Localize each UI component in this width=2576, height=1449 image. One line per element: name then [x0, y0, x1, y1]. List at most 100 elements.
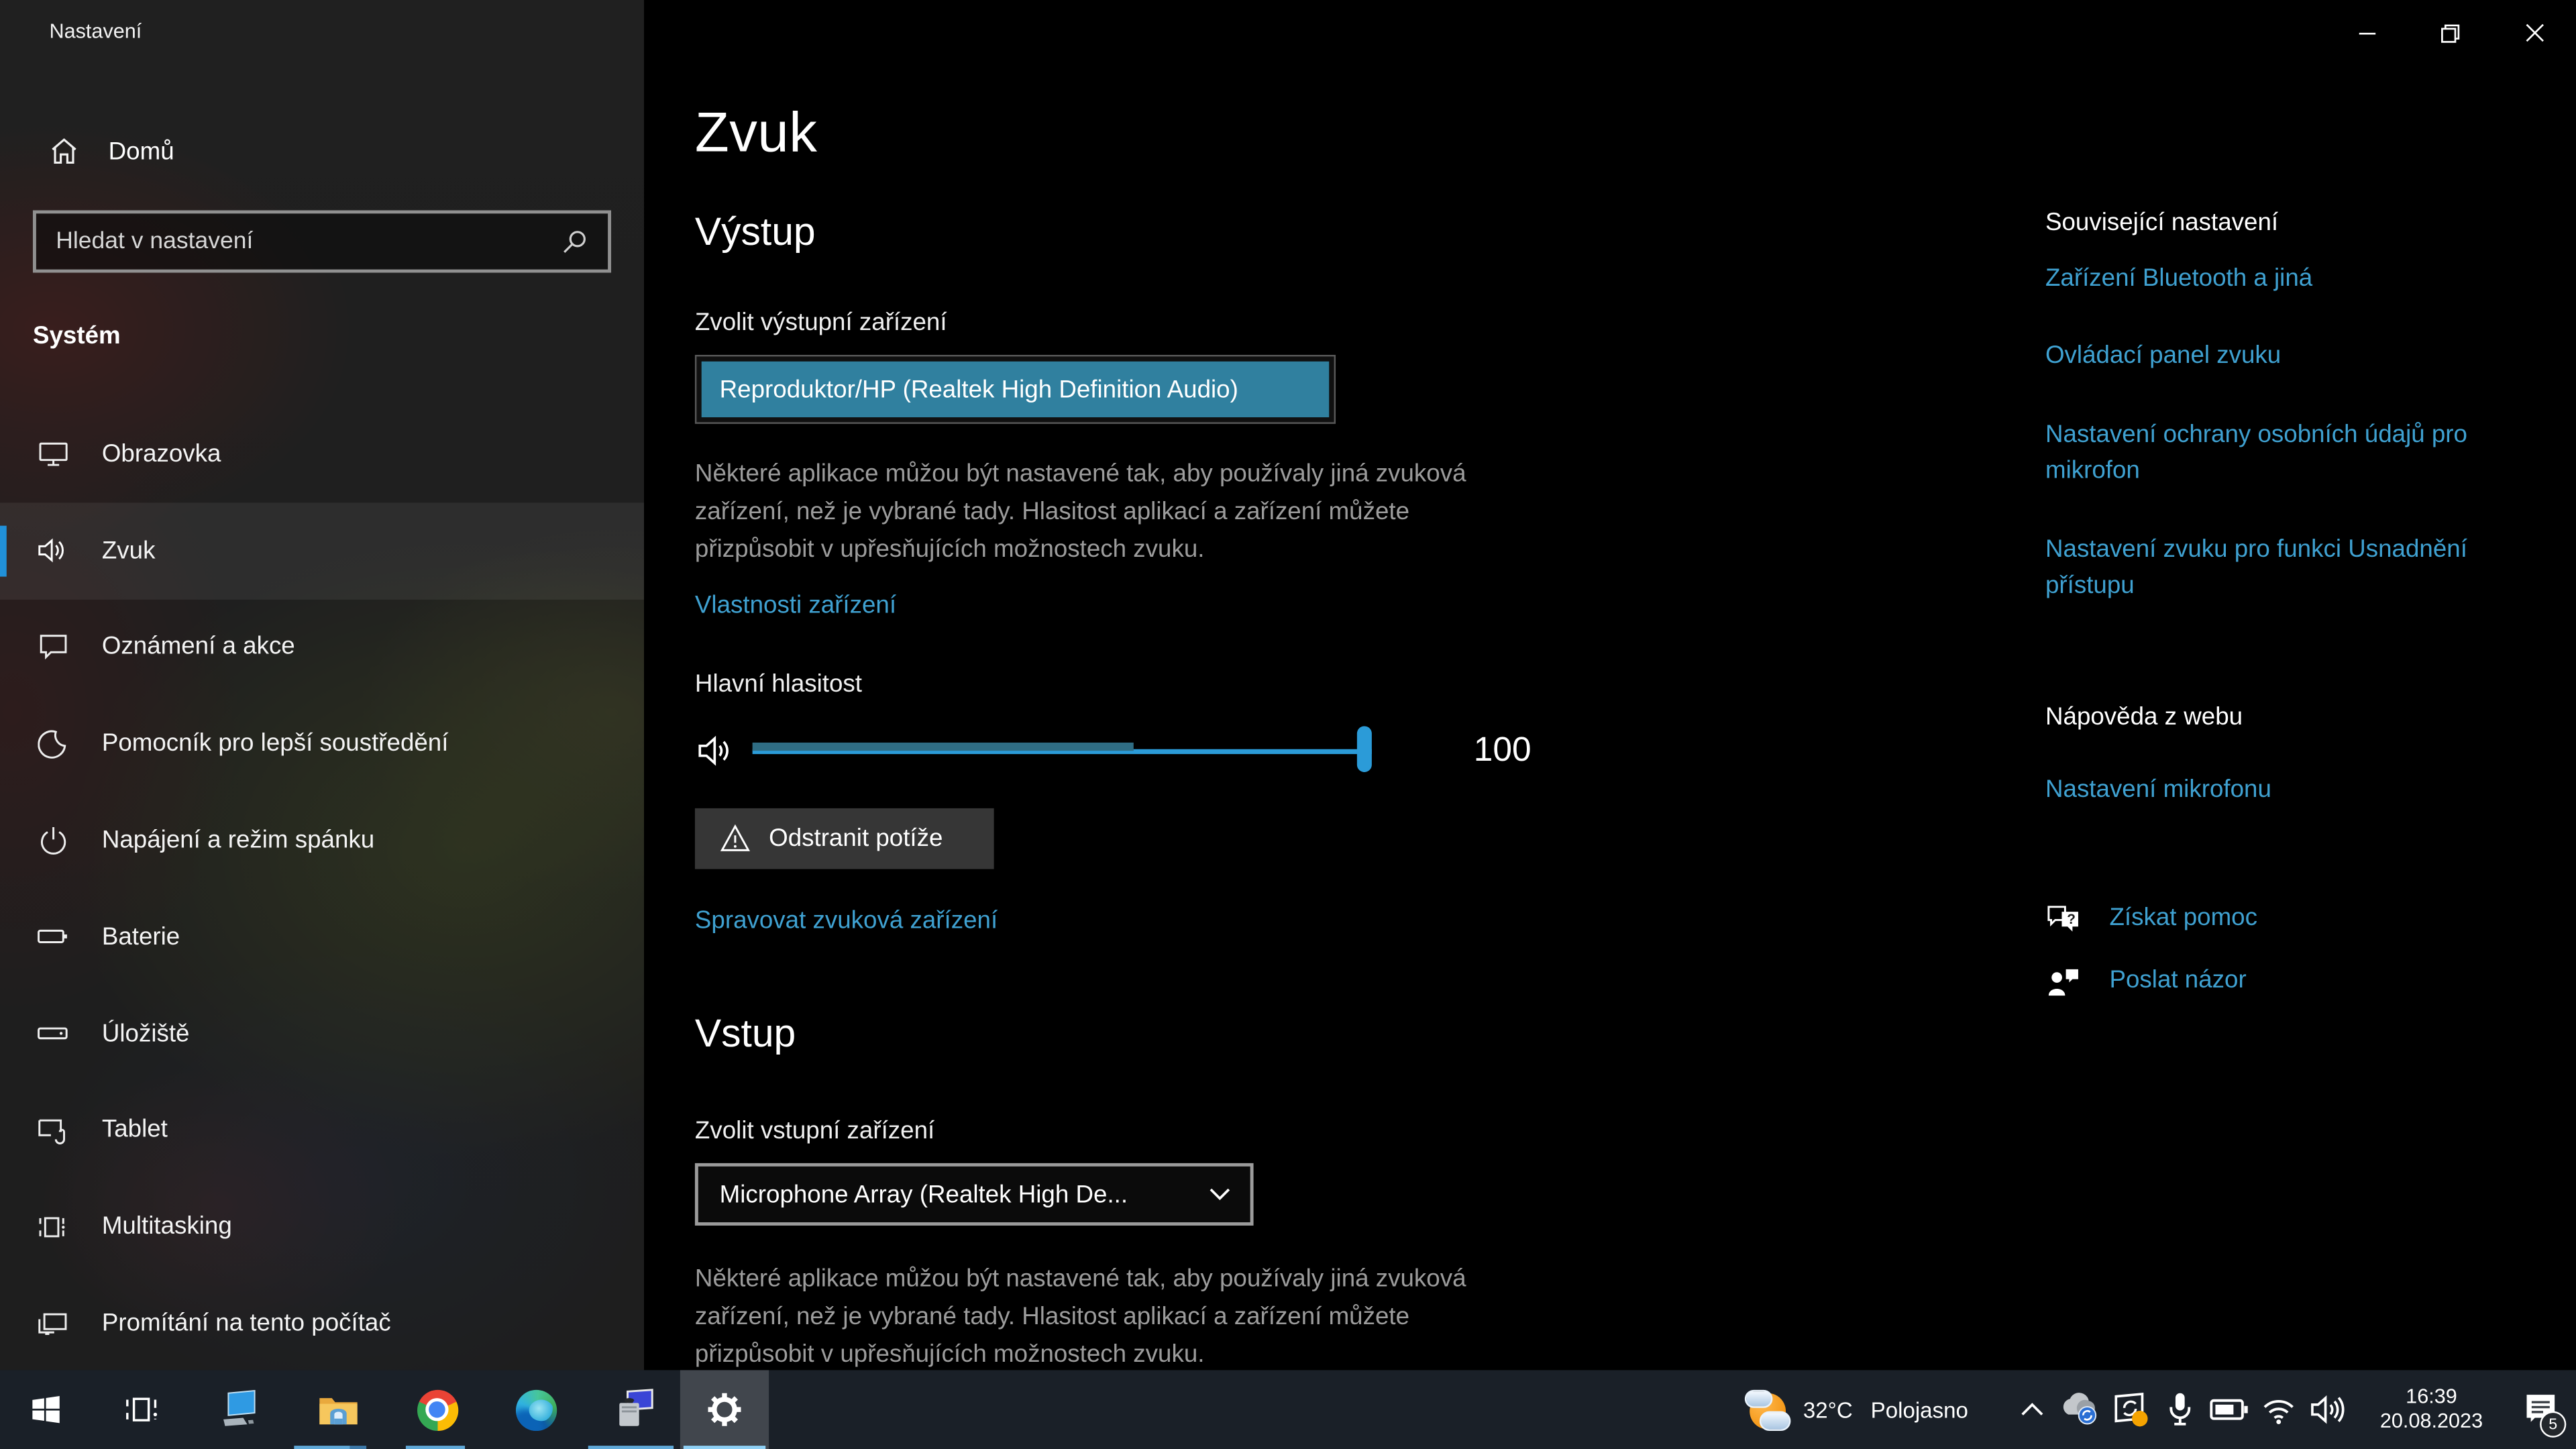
- sidebar-item-label: Tablet: [102, 1116, 168, 1144]
- chevron-down-icon: [1209, 1188, 1230, 1201]
- remote-desktop-app-icon[interactable]: [191, 1370, 289, 1449]
- settings-search: [33, 210, 611, 272]
- sidebar-item-label: Multitasking: [102, 1213, 232, 1241]
- related-settings-header: Související nastavení: [2045, 209, 2278, 237]
- notification-bubble-icon: [36, 631, 69, 663]
- send-feedback-label[interactable]: Poslat názor: [2109, 963, 2246, 999]
- sidebar-item-label: Baterie: [102, 923, 180, 951]
- sidebar-item-promitani[interactable]: Promítání na tento počítač: [0, 1275, 644, 1371]
- settings-window: Nastavení Domů Systém: [0, 0, 2576, 1449]
- sound-control-panel-link[interactable]: Ovládací panel zvuku: [2045, 338, 2281, 374]
- speaker-icon: [36, 534, 69, 567]
- running-indicator: [684, 1445, 765, 1449]
- minimize-button[interactable]: [2324, 0, 2408, 66]
- moon-icon: [36, 727, 69, 760]
- battery-icon[interactable]: [2205, 1370, 2254, 1449]
- ease-of-access-audio-link[interactable]: Nastavení zvuku pro funkci Usnadnění pří…: [2045, 532, 2467, 604]
- get-help-label[interactable]: Získat pomoc: [2109, 900, 2257, 936]
- edge-icon[interactable]: [486, 1370, 585, 1449]
- page-title: Zvuk: [695, 102, 817, 166]
- sidebar-item-pomocnik[interactable]: Pomocník pro lepší soustředění: [0, 696, 644, 792]
- tablet-icon: [36, 1114, 69, 1146]
- sidebar-item-home[interactable]: Domů: [33, 121, 611, 180]
- wifi-icon[interactable]: [2254, 1370, 2303, 1449]
- monitor-icon: [36, 437, 69, 470]
- task-view-button[interactable]: [92, 1370, 191, 1449]
- volume-tray-icon[interactable]: [2303, 1370, 2352, 1449]
- output-section-header: Výstup: [695, 210, 816, 256]
- project-icon: [36, 1307, 69, 1340]
- microphone-setup-link[interactable]: Nastavení mikrofonu: [2045, 772, 2271, 808]
- home-icon: [49, 136, 78, 166]
- clock-date: 20.08.2023: [2366, 1409, 2498, 1434]
- device-properties-link[interactable]: Vlastnosti zařízení: [695, 592, 896, 620]
- manage-sound-devices-link[interactable]: Spravovat zvuková zařízení: [695, 907, 998, 935]
- sidebar-item-label: Obrazovka: [102, 440, 221, 468]
- input-device-label: Zvolit vstupní zařízení: [695, 1117, 934, 1145]
- start-button[interactable]: [0, 1370, 92, 1449]
- running-indicator: [406, 1445, 465, 1449]
- sidebar-item-baterie[interactable]: Baterie: [0, 889, 644, 985]
- input-device-selected: Microphone Array (Realtek High De...: [720, 1181, 1128, 1209]
- sidebar-item-label: Promítání na tento počítač: [102, 1309, 391, 1338]
- output-description: Některé aplikace můžou být nastavené tak…: [695, 455, 1591, 568]
- sidebar-item-label: Zvuk: [102, 537, 156, 565]
- output-device-combobox[interactable]: Reproduktor/HP (Realtek High Definition …: [695, 355, 1336, 424]
- weather-temp: 32°C: [1803, 1397, 1853, 1422]
- input-device-combobox[interactable]: Microphone Array (Realtek High De...: [695, 1163, 1254, 1226]
- microphone-privacy-link[interactable]: Nastavení ochrany osobních údajů pro mik…: [2045, 417, 2467, 490]
- bluetooth-devices-link[interactable]: Zařízení Bluetooth a jiná: [2045, 261, 2312, 297]
- main-content: Zvuk Výstup Zvolit výstupní zařízení Rep…: [644, 0, 2045, 1370]
- computer-app-icon[interactable]: [585, 1370, 680, 1449]
- sidebar-item-obrazovka[interactable]: Obrazovka: [0, 406, 644, 502]
- sidebar-item-multitasking[interactable]: Multitasking: [0, 1179, 644, 1275]
- running-indicator: [294, 1445, 350, 1449]
- battery-icon: [36, 920, 69, 953]
- search-icon[interactable]: [562, 228, 588, 254]
- troubleshoot-button[interactable]: Odstranit potíže: [695, 808, 994, 869]
- action-center-button[interactable]: 5: [2504, 1370, 2576, 1449]
- chrome-icon[interactable]: [388, 1370, 486, 1449]
- input-section-header: Vstup: [695, 1012, 796, 1059]
- input-description: Některé aplikace můžou být nastavené tak…: [695, 1260, 1591, 1373]
- help-from-web-header: Nápověda z webu: [2045, 703, 2243, 731]
- taskbar: 32°C Polojasno: [0, 1370, 2576, 1449]
- settings-app-taskbar-button[interactable]: [680, 1370, 769, 1449]
- sidebar-home-label: Domů: [109, 137, 174, 165]
- weather-icon: [1744, 1387, 1788, 1432]
- output-device-label: Zvolit výstupní zařízení: [695, 309, 947, 337]
- sidebar-item-napajeni[interactable]: Napájení a režim spánku: [0, 792, 644, 889]
- restore-button[interactable]: [2408, 0, 2492, 66]
- window-title: Nastavení: [49, 19, 142, 42]
- volume-speaker-icon[interactable]: [695, 729, 738, 772]
- notification-badge: 5: [2540, 1411, 2566, 1438]
- rotation-lock-icon[interactable]: [2106, 1370, 2155, 1449]
- running-indicator: [350, 1445, 366, 1449]
- taskbar-clock[interactable]: 16:39 20.08.2023: [2366, 1385, 2498, 1434]
- sidebar-item-oznameni[interactable]: Oznámení a akce: [0, 599, 644, 696]
- microphone-icon[interactable]: [2155, 1370, 2204, 1449]
- tray-chevron-up-icon[interactable]: [2008, 1370, 2057, 1449]
- weather-condition: Polojasno: [1871, 1397, 1968, 1422]
- power-icon: [36, 824, 69, 857]
- sidebar-item-uloziste[interactable]: Úložiště: [0, 985, 644, 1082]
- volume-thumb[interactable]: [1357, 726, 1372, 772]
- file-explorer-icon[interactable]: [289, 1370, 388, 1449]
- search-input[interactable]: [36, 228, 562, 254]
- sidebar-item-label: Pomocník pro lepší soustředění: [102, 730, 449, 758]
- get-help-row[interactable]: ? Získat pomoc: [2045, 900, 2257, 936]
- sidebar: Nastavení Domů Systém: [0, 0, 644, 1370]
- close-button[interactable]: [2492, 0, 2576, 66]
- onedrive-cloud-icon[interactable]: [2057, 1370, 2106, 1449]
- output-device-selected[interactable]: Reproduktor/HP (Realtek High Definition …: [702, 362, 1330, 417]
- feedback-icon: [2045, 963, 2083, 999]
- sidebar-item-tablet[interactable]: Tablet: [0, 1082, 644, 1179]
- weather-widget[interactable]: 32°C Polojasno: [1744, 1387, 1968, 1432]
- send-feedback-row[interactable]: Poslat názor: [2045, 963, 2247, 999]
- sidebar-item-zvuk[interactable]: Zvuk: [0, 502, 644, 599]
- warning-icon: [720, 823, 751, 855]
- window-caption-buttons: [2324, 0, 2576, 66]
- svg-text:?: ?: [2067, 912, 2076, 927]
- system-tray: 32°C Polojasno: [1744, 1370, 2576, 1449]
- master-volume-label: Hlavní hlasitost: [695, 670, 862, 698]
